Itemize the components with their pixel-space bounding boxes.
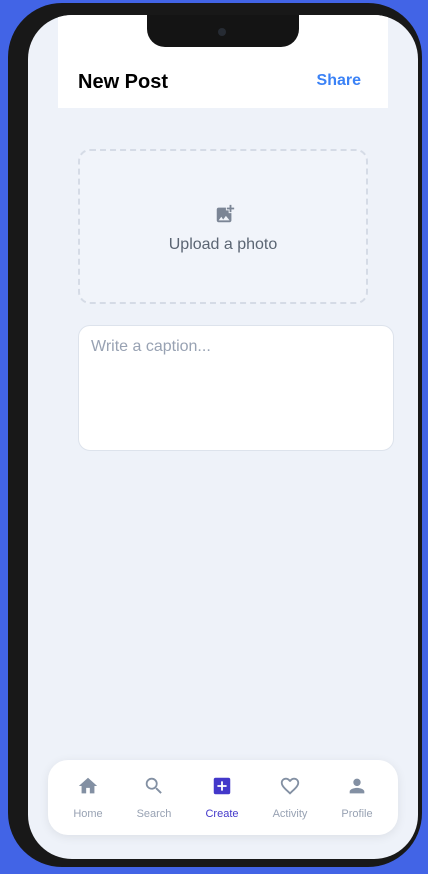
upload-photo-area[interactable]: Upload a photo xyxy=(78,149,368,304)
add-box-icon xyxy=(213,777,231,795)
screen: New Post Share Upload a photo Home Searc… xyxy=(28,15,418,859)
notch xyxy=(147,15,299,47)
tab-label: Home xyxy=(73,808,103,820)
tab-create[interactable]: Create xyxy=(187,760,257,835)
camera-dot xyxy=(218,28,226,36)
device-frame: New Post Share Upload a photo Home Searc… xyxy=(8,3,422,867)
upload-label: Upload a photo xyxy=(168,236,278,253)
caption-input[interactable] xyxy=(78,325,394,451)
bottom-tab-bar: Home Search Create Activity Profile xyxy=(48,760,398,835)
tab-activity[interactable]: Activity xyxy=(255,760,325,835)
page-title: New Post xyxy=(78,71,169,93)
home-icon xyxy=(78,777,98,794)
heart-icon xyxy=(280,777,300,795)
person-icon xyxy=(349,778,365,794)
tab-label: Activity xyxy=(272,808,308,820)
tab-home[interactable]: Home xyxy=(53,760,123,835)
tab-label: Search xyxy=(136,808,172,820)
add-photo-icon xyxy=(216,204,235,223)
tab-label: Profile xyxy=(341,808,373,820)
tab-profile[interactable]: Profile xyxy=(322,760,392,835)
search-icon xyxy=(145,777,162,794)
tab-label: Create xyxy=(205,808,239,820)
tab-search[interactable]: Search xyxy=(119,760,189,835)
share-button[interactable]: Share xyxy=(317,72,361,90)
